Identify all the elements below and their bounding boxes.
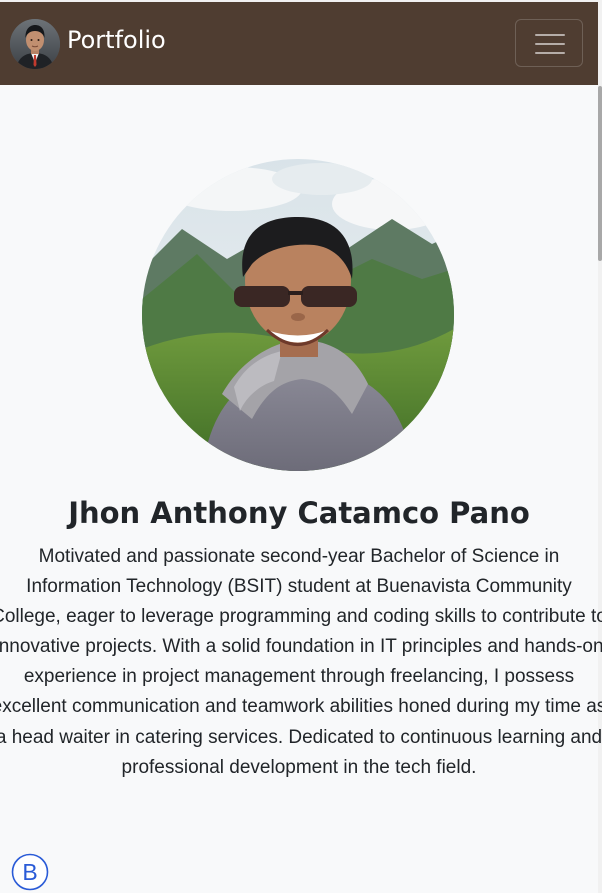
nav-avatar[interactable] xyxy=(10,19,60,69)
scrollbar-thumb[interactable] xyxy=(598,86,602,261)
hamburger-menu-icon xyxy=(535,33,565,55)
profile-photo xyxy=(142,159,454,471)
navbar-toggle-button[interactable] xyxy=(515,19,583,67)
page: Portfolio Jhon Anthony Catamco Pano Moti… xyxy=(0,0,602,893)
bootstrap-logo-icon[interactable]: B xyxy=(11,853,49,891)
navbar: Portfolio xyxy=(0,2,598,85)
navbar-brand[interactable]: Portfolio xyxy=(67,24,166,56)
profile-bio: Motivated and passionate second-year Bac… xyxy=(0,546,602,778)
profile-photo-image xyxy=(142,159,454,471)
bootstrap-logo-letter: B xyxy=(22,859,37,885)
bootstrap-logo-graphic: B xyxy=(11,853,49,891)
profile-name: Jhon Anthony Catamco Pano xyxy=(68,496,530,530)
nav-avatar-photo xyxy=(10,19,60,69)
